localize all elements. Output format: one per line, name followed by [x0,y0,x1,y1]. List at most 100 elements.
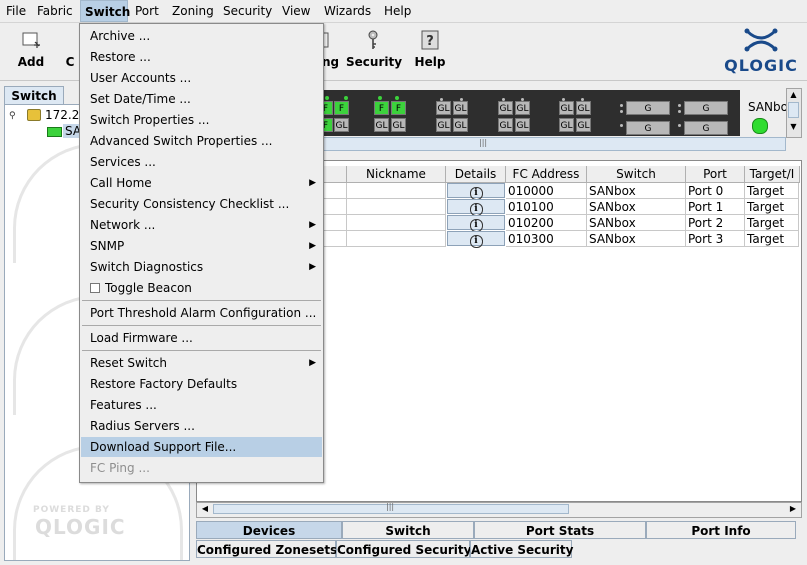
security-button[interactable]: Security [346,29,402,77]
details-button[interactable]: i [447,183,505,200]
menu-item-switch-diagnostics[interactable]: Switch Diagnostics ▶ [81,257,322,277]
table-cell-switch: SANbox [587,231,686,247]
port-gl[interactable]: GL [334,118,349,132]
port-f[interactable]: F [391,101,406,115]
menu-item-reset-switch[interactable]: Reset Switch ▶ [81,353,322,373]
details-button[interactable]: i [447,215,505,232]
menu-item-toggle-beacon[interactable]: Toggle Beacon [81,278,322,298]
menu-item-restore[interactable]: Restore ... [81,47,322,67]
zoning-button[interactable]: ng [322,29,338,77]
switch-faceplate: F F F GL F F GL GL GL GL GL GL GL GL GL … [318,90,740,136]
tree-expand-icon[interactable]: ⚲ [9,111,16,121]
tab-devices[interactable]: Devices [196,521,342,539]
details-button[interactable]: i [447,231,505,248]
port-gl[interactable]: GL [515,101,530,115]
column-header-target[interactable]: Target/I [745,166,800,183]
menu-view[interactable]: View [278,0,314,22]
port-gl[interactable]: GL [559,118,574,132]
scroll-left-icon[interactable]: ◀ [199,504,211,515]
menu-fabric[interactable]: Fabric [33,0,77,22]
port-gl[interactable]: GL [576,101,591,115]
tab-switch[interactable]: Switch [342,521,474,539]
port-gl[interactable]: GL [498,101,513,115]
faceplate-vertical-scrollbar[interactable]: ▲ ▼ [786,88,802,138]
menu-item-features[interactable]: Features ... [81,395,322,415]
menu-item-switch-properties[interactable]: Switch Properties ... [81,110,322,130]
menu-item-snmp[interactable]: SNMP ▶ [81,236,322,256]
scroll-up-icon[interactable]: ▲ [788,90,799,101]
column-header-details[interactable]: Details [446,166,506,183]
table-cell-nickname[interactable] [347,231,446,247]
port-gl[interactable]: GL [559,101,574,115]
menu-item-load-firmware[interactable]: Load Firmware ... [81,328,322,348]
details-button[interactable]: i [447,199,505,216]
menu-item-download-support-file[interactable]: Download Support File... [81,437,322,457]
port-gl[interactable]: GL [498,118,513,132]
menu-item-services[interactable]: Services ... [81,152,322,172]
menu-item-label: Network ... [90,218,156,232]
menu-help[interactable]: Help [380,0,415,22]
checkbox-icon[interactable] [90,282,100,293]
faceplate-horizontal-scrollbar[interactable]: ||| [322,137,786,151]
column-header-nickname[interactable]: Nickname [347,166,446,183]
menu-file[interactable]: File [2,0,30,22]
port-g[interactable]: G [626,101,670,115]
add-button[interactable]: Add [10,29,52,77]
table-cell-nickname[interactable] [347,215,446,231]
menu-item-security-consistency-checklist[interactable]: Security Consistency Checklist ... [81,194,322,214]
menu-item-radius-servers[interactable]: Radius Servers ... [81,416,322,436]
scroll-down-icon[interactable]: ▼ [788,122,799,133]
port-gl[interactable]: GL [436,118,451,132]
column-header-port[interactable]: Port [686,166,745,183]
tab-active-security[interactable]: Active Security [470,540,573,558]
port-gl[interactable]: GL [576,118,591,132]
port-gl[interactable]: GL [453,101,468,115]
table-horizontal-scrollbar[interactable]: ◀ ||| ▶ [196,502,802,518]
partial-toolbar-button[interactable]: C [62,29,78,77]
tab-configured-zonesets[interactable]: Configured Zonesets [196,540,337,558]
column-header-fc-address[interactable]: FC Address [506,166,587,183]
watermark-logo: QLOGIC [35,515,126,539]
menu-security[interactable]: Security [219,0,276,22]
help-button[interactable]: ? Help [410,29,450,77]
port-gl[interactable]: GL [374,118,389,132]
port-led [678,124,681,127]
tab-configured-security[interactable]: Configured Security [336,540,471,558]
table-cell-fc-address: 010000 [506,183,587,199]
port-f[interactable]: F [374,101,389,115]
scroll-thumb[interactable] [788,102,799,118]
menu-item-set-date-time[interactable]: Set Date/Time ... [81,89,322,109]
port-g[interactable]: G [626,121,670,135]
menu-item-archive[interactable]: Archive ... [81,26,322,46]
column-header-blank[interactable] [322,166,347,183]
menu-switch[interactable]: Switch [80,0,130,22]
port-led [678,104,681,107]
port-f[interactable]: F [334,101,349,115]
menu-item-port-threshold-alarm[interactable]: Port Threshold Alarm Configuration ... [81,303,322,323]
table-cell-nickname[interactable] [347,199,446,215]
menu-zoning[interactable]: Zoning [168,0,218,22]
zoning-icon [322,32,329,48]
port-gl[interactable]: GL [391,118,406,132]
port-g[interactable]: G [684,101,728,115]
tab-port-stats[interactable]: Port Stats [474,521,646,539]
port-gl[interactable]: GL [436,101,451,115]
menu-item-user-accounts[interactable]: User Accounts ... [81,68,322,88]
table-cell-target: Target [745,183,799,199]
port-gl[interactable]: GL [453,118,468,132]
column-header-switch[interactable]: Switch [587,166,686,183]
port-g[interactable]: G [684,121,728,135]
scroll-right-icon[interactable]: ▶ [787,504,799,515]
tab-port-info[interactable]: Port Info [646,521,796,539]
menu-port[interactable]: Port [131,0,163,22]
menu-wizards[interactable]: Wizards [320,0,375,22]
table-cell [322,199,347,215]
tab-switch-tree[interactable]: Switch [4,86,64,105]
menu-item-network[interactable]: Network ... ▶ [81,215,322,235]
scroll-thumb[interactable]: ||| [213,502,569,514]
menu-item-call-home[interactable]: Call Home ▶ [81,173,322,193]
port-gl[interactable]: GL [515,118,530,132]
menu-item-restore-factory-defaults[interactable]: Restore Factory Defaults [81,374,322,394]
table-cell-nickname[interactable] [347,183,446,199]
menu-item-advanced-switch-properties[interactable]: Advanced Switch Properties ... [81,131,322,151]
